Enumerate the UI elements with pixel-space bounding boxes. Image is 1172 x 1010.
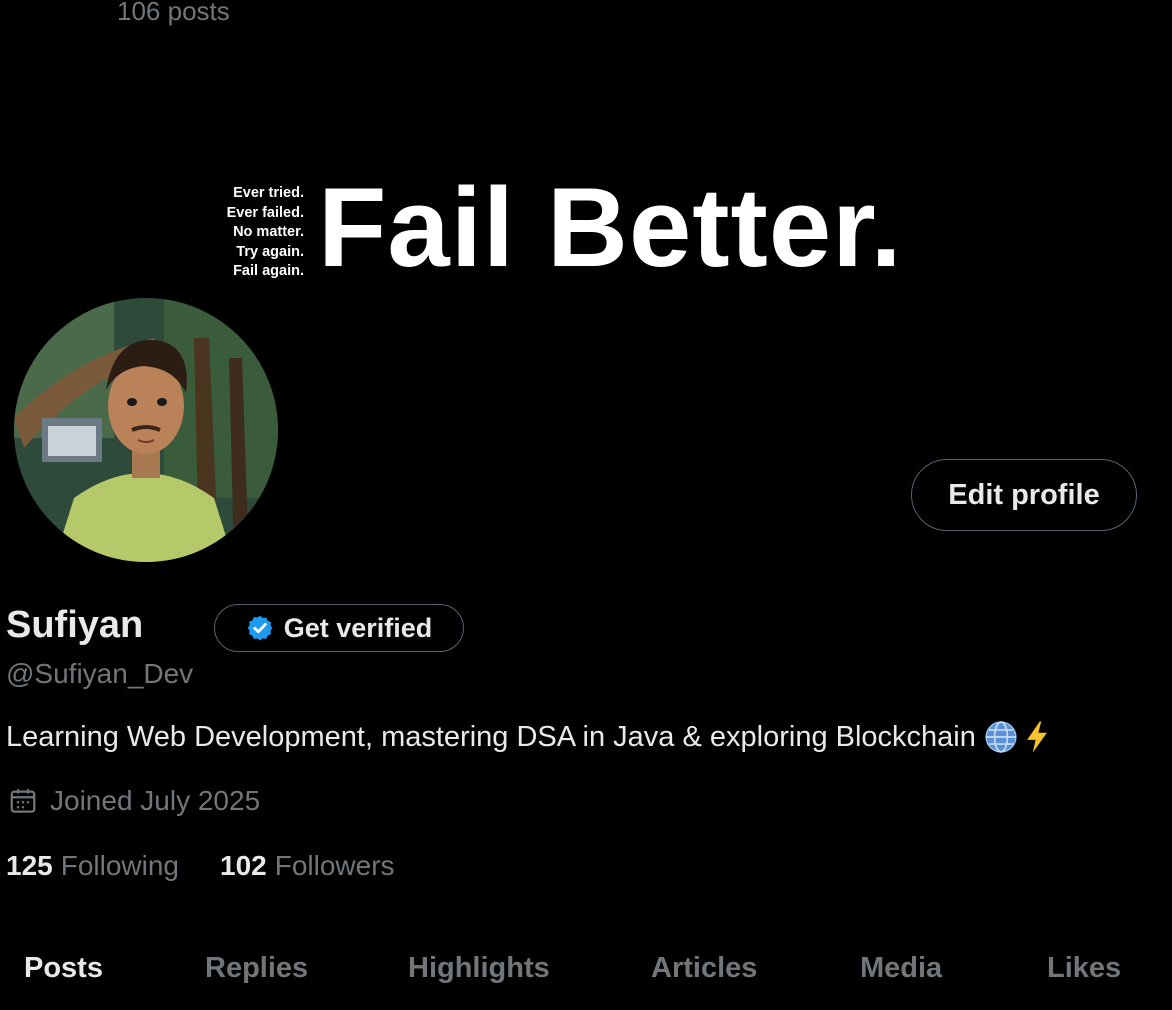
tab-replies[interactable]: Replies: [205, 952, 308, 985]
bio: Learning Web Development, mastering DSA …: [6, 720, 1052, 754]
bio-text: Learning Web Development, mastering DSA …: [6, 720, 976, 753]
lightning-emoji-icon: [1022, 720, 1052, 754]
following-label: Following: [60, 850, 179, 881]
tab-articles[interactable]: Articles: [651, 952, 757, 985]
tab-highlights[interactable]: Highlights: [408, 952, 550, 985]
profile-tabs: Posts Replies Highlights Articles Media …: [0, 948, 1172, 1010]
following-count: 125: [6, 850, 53, 881]
tab-media[interactable]: Media: [860, 952, 942, 985]
get-verified-button[interactable]: Get verified: [214, 604, 464, 652]
joined-date: Joined July 2025: [8, 785, 260, 817]
avatar[interactable]: [12, 296, 280, 564]
banner-line: Fail again.: [233, 263, 304, 279]
banner-line: No matter.: [233, 224, 304, 240]
get-verified-label: Get verified: [283, 612, 433, 643]
user-handle: @Sufiyan_Dev: [6, 658, 194, 689]
joined-text: Joined July 2025: [50, 785, 261, 816]
banner-line: Try again.: [236, 243, 304, 260]
followers-count: 102: [220, 850, 267, 881]
banner-small-text: Ever tried. Ever failed. No matter. Try …: [212, 184, 304, 282]
tab-posts[interactable]: Posts: [24, 952, 103, 985]
calendar-icon: [10, 789, 36, 813]
tab-likes[interactable]: Likes: [1047, 952, 1121, 985]
following-link[interactable]: 125 Following: [6, 850, 179, 882]
post-count: 106 posts: [117, 0, 230, 26]
globe-emoji-icon: [984, 720, 1018, 754]
verified-badge-icon: [247, 615, 272, 641]
display-name: Sufiyan: [6, 604, 144, 646]
followers-label: Followers: [274, 850, 395, 881]
avatar-illustration: [14, 298, 278, 562]
banner-title: Fail Better.: [318, 165, 903, 290]
edit-profile-button[interactable]: Edit profile: [911, 459, 1137, 531]
banner-line: Ever failed.: [226, 204, 304, 221]
banner-line: Ever tried.: [233, 185, 304, 201]
followers-link[interactable]: 102 Followers: [220, 850, 395, 882]
